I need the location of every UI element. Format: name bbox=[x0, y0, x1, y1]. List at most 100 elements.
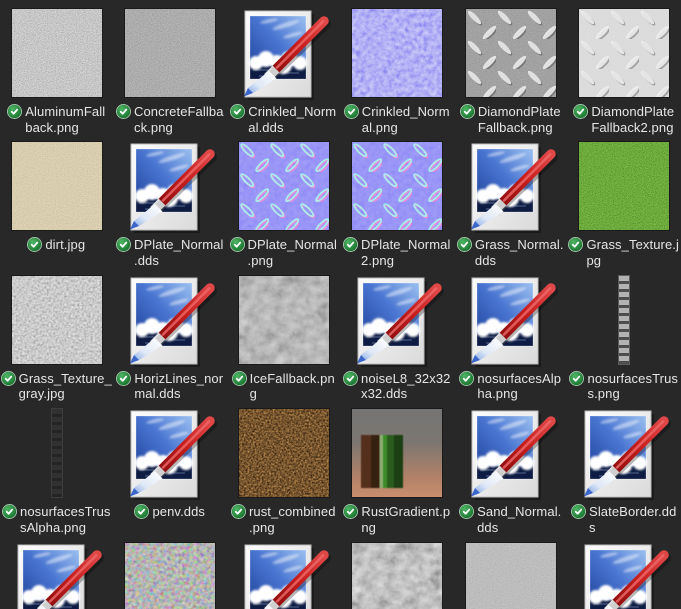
file-item[interactable]: Grass_Normal. dds bbox=[454, 142, 568, 275]
file-name: RustGradient.p bbox=[361, 504, 451, 520]
file-item[interactable]: nosurfacesTrus sAlpha.png bbox=[0, 409, 114, 542]
file-name: x32.dds bbox=[361, 386, 408, 402]
file-name: Fallback.png bbox=[477, 119, 553, 135]
file-name: mal.dds bbox=[134, 386, 181, 402]
file-name: penv.dds bbox=[152, 504, 206, 520]
file-label: Grass_Normal. dds bbox=[457, 237, 564, 268]
image-file-icon bbox=[12, 543, 102, 609]
file-label: dirt.jpg bbox=[28, 237, 85, 253]
file-name: Fallback2.png bbox=[591, 119, 674, 135]
file-item[interactable]: DiamondPlate Fallback.png bbox=[454, 9, 568, 142]
file-name: dirt.jpg bbox=[45, 237, 86, 253]
file-label: RustGradient.p ng bbox=[344, 504, 450, 535]
file-name: AluminumFall bbox=[25, 104, 106, 119]
sync-ok-icon bbox=[344, 505, 358, 519]
file-label: DiamondPlate Fallback.png bbox=[460, 104, 561, 135]
file-name: pg bbox=[586, 252, 602, 268]
file-name: ng bbox=[361, 519, 376, 535]
file-item[interactable]: Crinkled_Norm al.dds bbox=[227, 9, 341, 142]
file-item[interactable]: HorizLines_nor mal.dds bbox=[114, 276, 228, 409]
file-name: rust_combined bbox=[248, 504, 336, 520]
file-item[interactable]: nosurfacesTrus s.png bbox=[568, 275, 681, 409]
file-item[interactable]: Sand_Normal. dds bbox=[454, 409, 568, 542]
file-name: Crinkled_Norm bbox=[361, 104, 450, 119]
file-label: rust_combined .png bbox=[231, 504, 336, 535]
file-thumbnail bbox=[352, 142, 443, 232]
file-thumbnail bbox=[12, 409, 102, 499]
image-file-icon bbox=[125, 142, 215, 232]
file-item[interactable]: Grass_Texture.j pg bbox=[568, 142, 681, 275]
file-name: nosurfacesAlp bbox=[477, 370, 562, 386]
image-file-icon bbox=[466, 276, 556, 366]
image-file-icon bbox=[466, 142, 556, 232]
file-item[interactable]: DPlate_Normal .dds bbox=[114, 142, 228, 275]
file-item[interactable]: DPlate_Normal .png bbox=[227, 142, 341, 275]
file-label: AluminumFall back.png bbox=[8, 104, 105, 135]
file-name: IceFallback.pn bbox=[249, 370, 335, 386]
file-item[interactable]: ConcreteFallba ck.png bbox=[114, 9, 228, 142]
file-item[interactable] bbox=[341, 542, 455, 609]
file-name: SlateBorder.dd bbox=[589, 504, 677, 520]
file-label: SlateBorder.dd s bbox=[572, 504, 676, 535]
file-name: nosurfacesTrus bbox=[587, 370, 678, 386]
file-thumbnail bbox=[125, 542, 216, 609]
file-name: g bbox=[249, 386, 257, 402]
file-item[interactable]: DiamondPlate Fallback2.png bbox=[568, 9, 681, 142]
sync-ok-icon bbox=[231, 105, 245, 118]
file-label: DiamondPlate Fallback2.png bbox=[574, 104, 674, 135]
sync-ok-icon bbox=[460, 505, 474, 519]
file-label: Sand_Normal. dds bbox=[460, 504, 561, 535]
file-item[interactable]: AluminumFall back.png bbox=[0, 9, 114, 142]
file-name: Sand_Normal. bbox=[477, 504, 562, 520]
file-name: Grass_Normal. bbox=[474, 237, 564, 253]
file-name: Grass_Texture.j bbox=[586, 237, 680, 253]
sync-ok-icon bbox=[1, 371, 15, 385]
file-item[interactable]: noiseL8_32x32 x32.dds bbox=[341, 276, 455, 409]
file-item[interactable]: penv.dds bbox=[114, 409, 228, 542]
file-name: DPlate_Normal bbox=[134, 237, 224, 253]
file-name: al.dds bbox=[248, 119, 284, 135]
file-name: .png bbox=[247, 252, 274, 268]
file-item[interactable]: nosurfacesAlp ha.png bbox=[454, 276, 568, 409]
file-item[interactable] bbox=[568, 543, 681, 609]
file-name: HorizLines_nor bbox=[134, 370, 224, 386]
file-label: ConcreteFallba ck.png bbox=[116, 104, 224, 135]
file-label: noiseL8_32x32 x32.dds bbox=[344, 371, 451, 402]
file-label: IceFallback.pn g bbox=[232, 370, 335, 402]
file-item[interactable]: Crinkled_Norm al.png bbox=[341, 9, 455, 142]
file-thumbnail bbox=[238, 142, 329, 232]
file-name: ck.png bbox=[133, 119, 173, 135]
file-item[interactable]: IceFallback.pn g bbox=[227, 275, 341, 409]
file-item[interactable]: rust_combined .png bbox=[227, 409, 341, 542]
sync-ok-icon bbox=[569, 238, 583, 252]
file-item[interactable] bbox=[0, 543, 114, 609]
file-name: noiseL8_32x32 bbox=[361, 370, 451, 386]
file-label: DPlate_Normal 2.png bbox=[344, 237, 450, 268]
sync-ok-icon bbox=[460, 105, 474, 118]
file-label: HorizLines_nor mal.dds bbox=[117, 371, 223, 402]
file-name: DiamondPlate bbox=[477, 104, 561, 119]
file-name: DPlate_Normal bbox=[361, 237, 451, 253]
sync-ok-icon bbox=[231, 505, 245, 519]
file-name: DiamondPlate bbox=[591, 104, 675, 119]
file-name: back.png bbox=[25, 119, 79, 135]
file-item[interactable]: dirt.jpg bbox=[0, 142, 114, 275]
file-item[interactable] bbox=[227, 543, 341, 609]
file-item[interactable]: SlateBorder.dd s bbox=[568, 409, 681, 542]
file-name: gray.jpg bbox=[18, 386, 65, 402]
file-item[interactable]: RustGradient.p ng bbox=[341, 409, 455, 542]
sync-ok-icon bbox=[28, 238, 42, 252]
file-item[interactable]: Grass_Texture_ gray.jpg bbox=[0, 275, 114, 409]
file-label: DPlate_Normal .dds bbox=[117, 237, 223, 268]
file-item[interactable]: DPlate_Normal 2.png bbox=[341, 142, 455, 275]
file-item[interactable] bbox=[454, 542, 568, 609]
image-file-icon bbox=[239, 543, 329, 609]
file-name: Crinkled_Norm bbox=[248, 104, 337, 119]
file-name: 2.png bbox=[361, 252, 395, 268]
file-thumbnail bbox=[465, 9, 556, 99]
image-file-icon bbox=[466, 409, 556, 499]
file-thumbnail bbox=[465, 542, 556, 609]
file-item[interactable] bbox=[114, 542, 228, 609]
sync-ok-icon bbox=[457, 238, 471, 252]
file-name: s.png bbox=[587, 386, 620, 402]
